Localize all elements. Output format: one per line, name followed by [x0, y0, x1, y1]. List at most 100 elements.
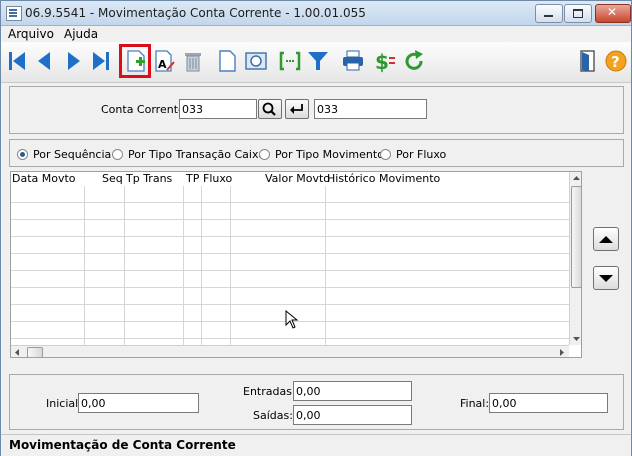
account-name-input[interactable] — [314, 99, 427, 119]
radio-dot — [380, 149, 391, 160]
first-record-icon — [9, 52, 25, 70]
entries-input[interactable] — [293, 381, 412, 401]
table-row[interactable] — [11, 237, 569, 254]
scroll-up-icon — [573, 176, 580, 180]
initial-balance-input[interactable] — [78, 393, 199, 413]
maximize-button[interactable] — [564, 4, 592, 23]
column-divider — [201, 186, 202, 346]
first-record-button[interactable] — [5, 48, 29, 74]
radio-dot — [259, 149, 270, 160]
preview-icon — [245, 52, 267, 70]
vertical-scroll-thumb[interactable] — [571, 186, 581, 288]
radio-label: Por Sequência — [33, 148, 112, 161]
account-code-input[interactable] — [179, 99, 257, 119]
refresh-button[interactable] — [403, 48, 427, 74]
move-down-button[interactable] — [593, 266, 619, 290]
horizontal-scroll-thumb[interactable] — [27, 347, 43, 357]
minimize-button[interactable] — [535, 4, 563, 23]
app-icon — [6, 6, 22, 21]
column-divider — [124, 186, 125, 346]
filter-icon — [308, 52, 328, 70]
preview-button[interactable] — [244, 48, 268, 74]
column-divider — [325, 186, 326, 346]
radio-label: Por Tipo Movimento — [275, 148, 384, 161]
radio-dot — [17, 149, 28, 160]
currency-button[interactable]: $ — [374, 48, 398, 74]
account-label: Conta Corrente: — [101, 103, 189, 116]
column-divider — [84, 186, 85, 346]
print-icon — [343, 50, 363, 71]
refresh-icon — [405, 50, 423, 70]
menu-bar: Arquivo Ajuda — [1, 26, 631, 42]
radio-label: Por Fluxo — [396, 148, 447, 161]
help-button[interactable]: ? — [604, 48, 628, 74]
document-icon — [219, 50, 236, 72]
range-button[interactable] — [278, 48, 302, 74]
next-record-icon — [68, 52, 80, 70]
mouse-cursor-icon — [285, 310, 299, 329]
table-row[interactable] — [11, 203, 569, 220]
vertical-scrollbar[interactable] — [569, 172, 581, 345]
scroll-left-icon — [15, 349, 19, 356]
move-up-button[interactable] — [593, 227, 619, 251]
radio-label: Por Tipo Transação Caixa — [128, 148, 266, 161]
toolbar: A $ ? — [1, 42, 631, 83]
column-header-trans-type[interactable]: Tp Trans — [126, 172, 172, 185]
window-title: 06.9.5541 - Movimentação Conta Corrente … — [25, 6, 366, 20]
table-row[interactable] — [11, 288, 569, 305]
arrow-down-icon — [599, 275, 613, 282]
column-header-history[interactable]: Histórico Movimento — [327, 172, 440, 185]
title-bar: 06.9.5541 - Movimentação Conta Corrente … — [1, 1, 631, 26]
currency-icon: $ — [375, 50, 395, 74]
entries-label: Entradas: — [243, 385, 296, 398]
exit-button[interactable] — [576, 48, 600, 74]
column-header-value[interactable]: Valor Movto — [265, 172, 330, 185]
exits-label: Saídas: — [253, 409, 293, 422]
initial-label: Inicial: — [46, 397, 82, 410]
document-button[interactable] — [215, 48, 239, 74]
column-divider — [230, 186, 231, 346]
print-button[interactable] — [341, 48, 365, 74]
exits-input[interactable] — [293, 405, 412, 425]
enter-button[interactable] — [285, 99, 309, 119]
column-header-date[interactable]: Data Movto — [12, 172, 76, 185]
enter-icon — [290, 104, 303, 114]
menu-ajuda[interactable]: Ajuda — [64, 27, 98, 41]
previous-record-icon — [38, 52, 50, 70]
svg-text:A: A — [158, 58, 167, 71]
column-divider — [183, 186, 184, 346]
column-header-tp[interactable]: TP — [186, 172, 199, 185]
last-record-button[interactable] — [89, 48, 113, 74]
filter-button[interactable] — [306, 48, 330, 74]
svg-text:$: $ — [375, 50, 389, 74]
table-row[interactable] — [11, 271, 569, 288]
previous-record-button[interactable] — [33, 48, 57, 74]
final-label: Final: — [460, 397, 490, 410]
final-balance-input[interactable] — [489, 393, 608, 413]
delete-button[interactable] — [181, 48, 205, 74]
exit-icon — [580, 50, 595, 72]
search-icon — [262, 102, 276, 116]
search-button[interactable] — [258, 99, 282, 119]
radio-dot — [112, 149, 123, 160]
last-record-icon — [93, 52, 109, 70]
status-text: Movimentação de Conta Corrente — [9, 438, 236, 452]
edit-record-icon: A — [155, 50, 175, 72]
arrow-up-icon — [599, 236, 613, 243]
account-panel: Conta Corrente: — [9, 86, 624, 134]
horizontal-scrollbar[interactable] — [11, 345, 569, 357]
table-row[interactable] — [11, 254, 569, 271]
highlight-box — [119, 44, 151, 78]
totals-panel: Inicial: Entradas: Saídas: Final: — [9, 374, 624, 430]
table-row[interactable] — [11, 186, 569, 203]
edit-record-button[interactable]: A — [153, 48, 177, 74]
next-record-button[interactable] — [61, 48, 85, 74]
column-header-seq[interactable]: Seq — [102, 172, 123, 185]
close-window-button[interactable] — [595, 4, 631, 23]
menu-arquivo[interactable]: Arquivo — [8, 27, 54, 41]
column-header-flow[interactable]: Fluxo — [203, 172, 232, 185]
table-row[interactable] — [11, 220, 569, 237]
svg-text:?: ? — [611, 53, 620, 71]
help-icon: ? — [605, 50, 627, 72]
grid-header: Data Movto Seq Tp Trans TP Fluxo Valor M… — [11, 172, 569, 186]
